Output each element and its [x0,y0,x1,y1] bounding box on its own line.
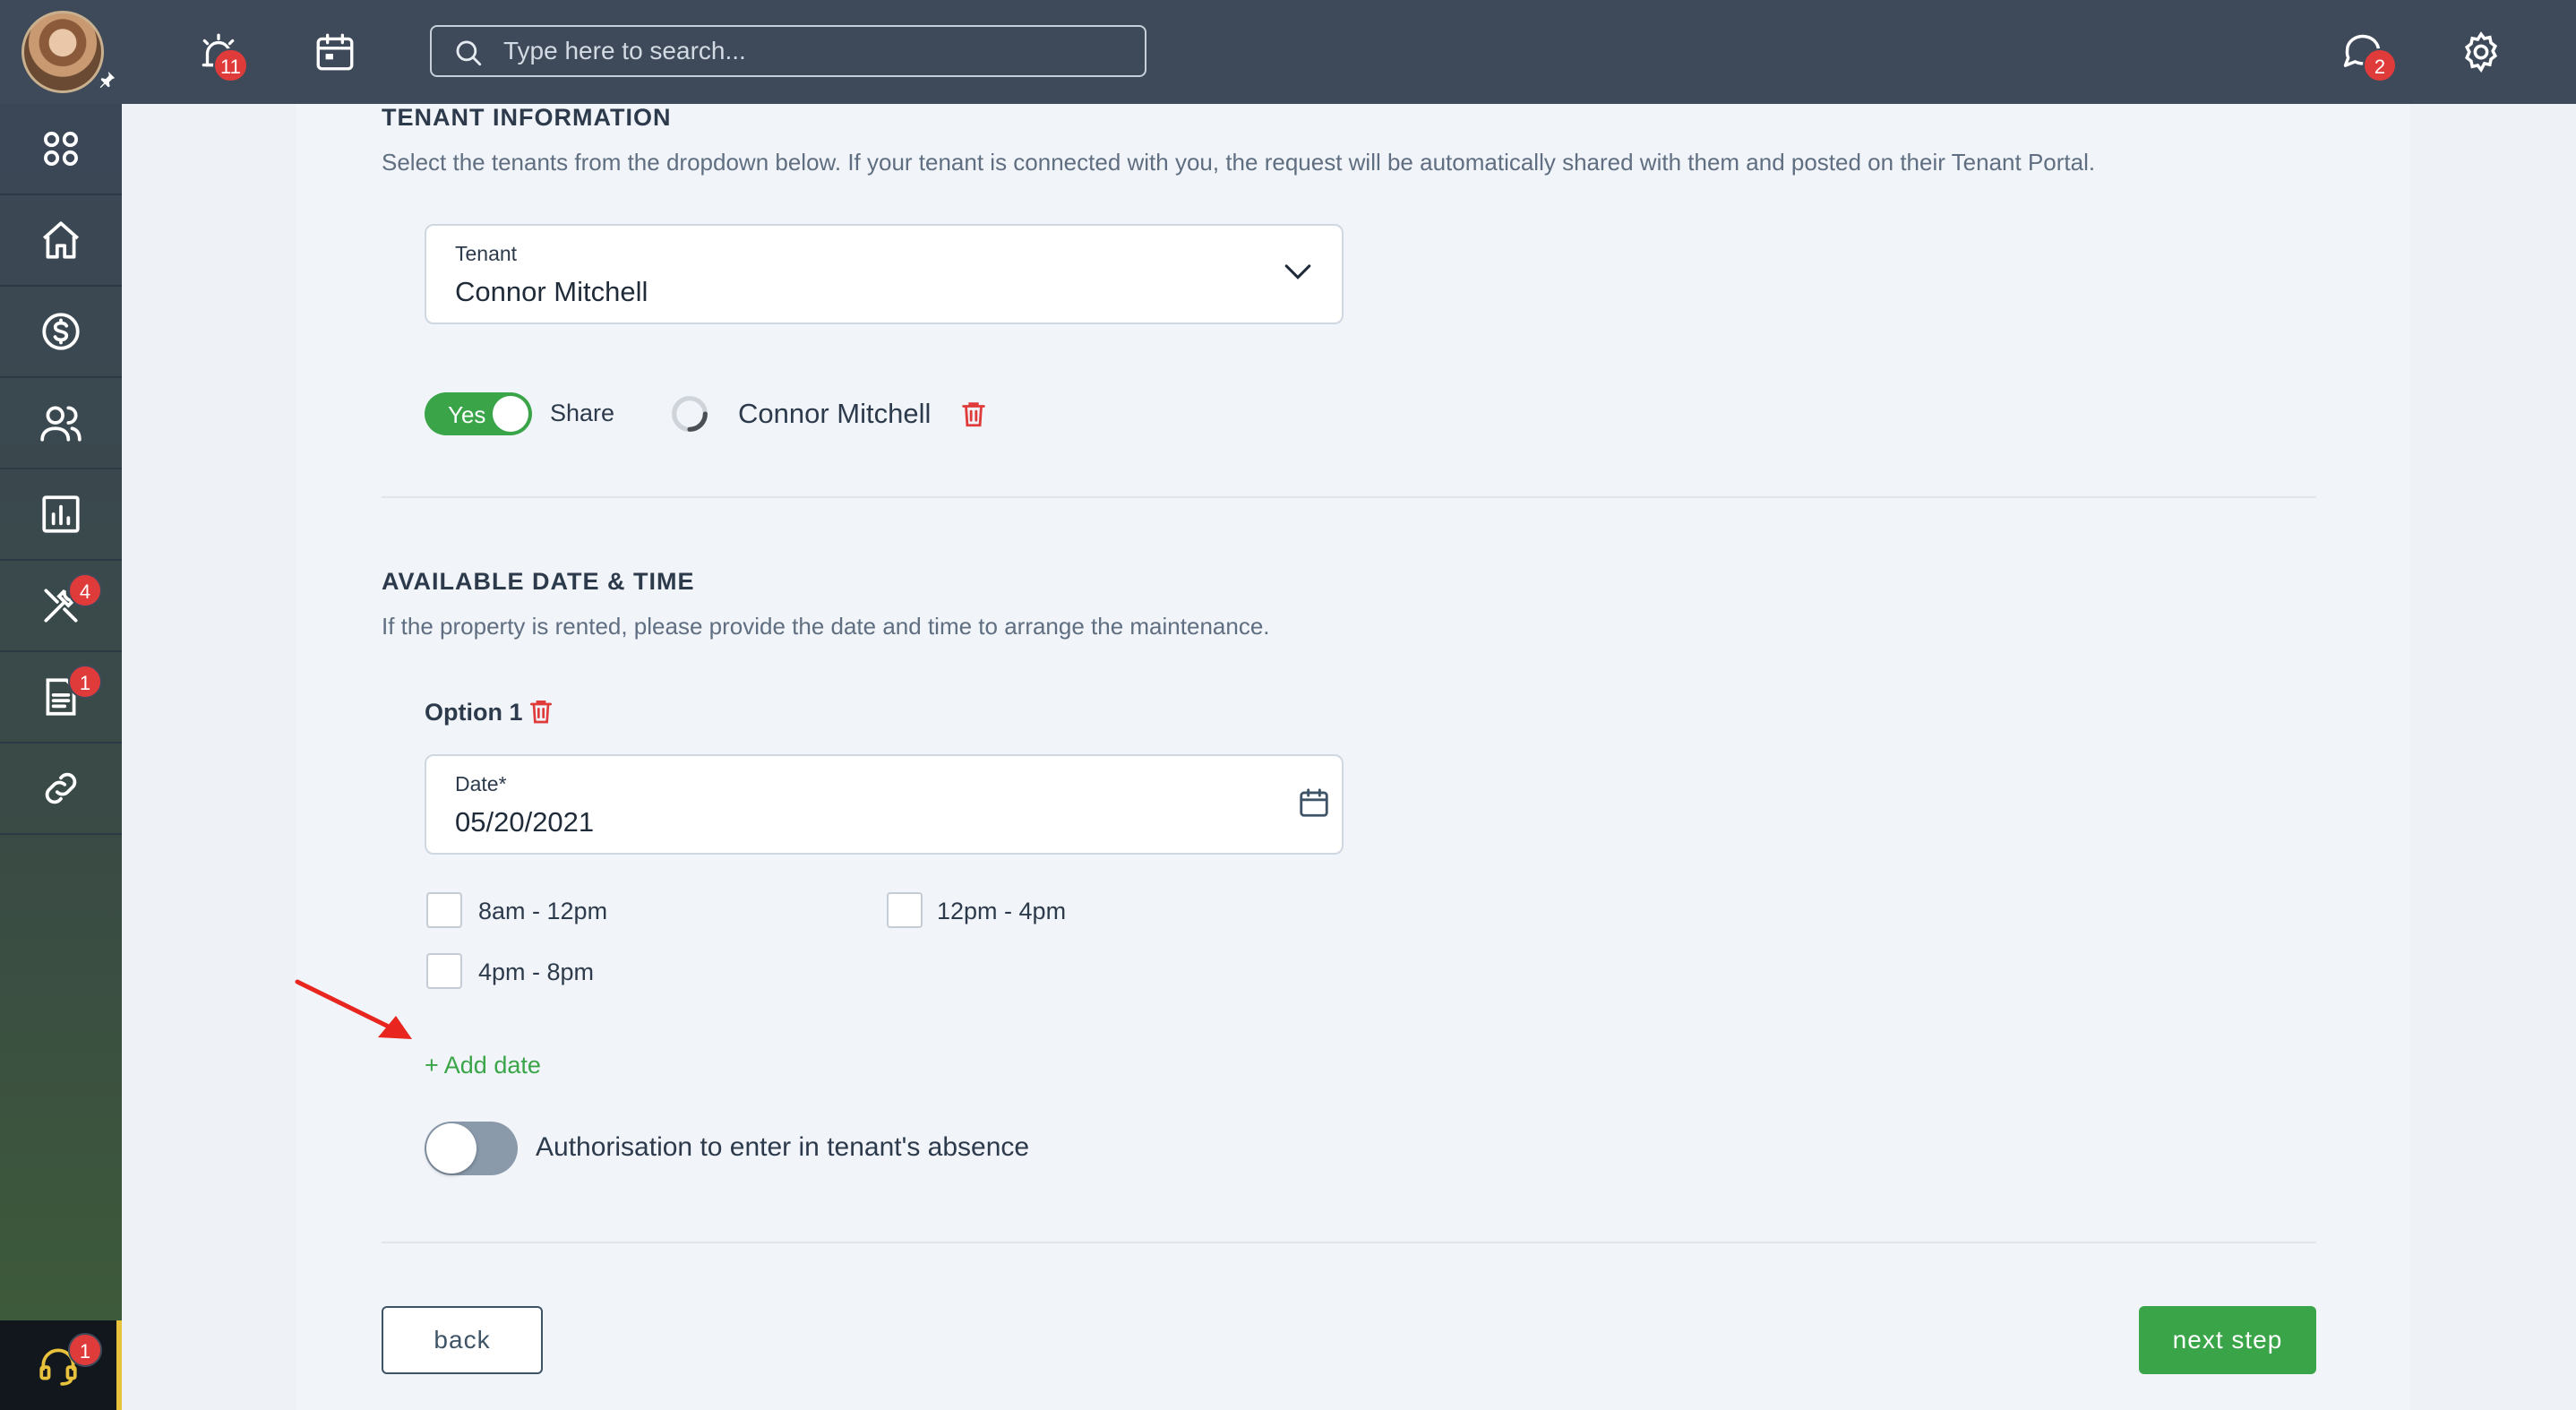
sidebar-item-contacts[interactable] [0,378,122,469]
top-bar: 11 2 [0,0,2576,104]
share-label: Share [550,400,615,426]
calendar-icon[interactable] [1297,785,1331,821]
support-button[interactable]: 1 [0,1320,122,1410]
slot-label: 8am - 12pm [478,898,608,924]
back-button[interactable]: back [382,1306,543,1374]
calendar-icon[interactable] [306,23,364,81]
messages-badge: 2 [2363,48,2397,82]
option-label: Option 1 [425,699,523,726]
gear-icon[interactable] [2452,23,2510,81]
search-icon [456,40,482,66]
documents-badge: 1 [68,665,102,699]
loading-spinner-icon [672,396,708,432]
support-badge: 1 [68,1333,102,1367]
add-date-link[interactable]: + Add date [425,1052,541,1079]
annotation-arrow-icon [295,979,412,1039]
chat-icon[interactable]: 2 [2334,23,2397,82]
users-icon [40,406,82,442]
alerts-badge: 11 [213,48,248,82]
avatar[interactable] [21,11,104,93]
sidebar-item-reports[interactable] [0,469,122,561]
trash-icon[interactable] [958,398,989,430]
dollar-icon [42,313,80,350]
tenant-field-label: Tenant [455,242,518,265]
sidebar-item-properties[interactable] [0,195,122,287]
slot-checkbox-8am-12pm[interactable] [426,892,462,928]
share-toggle-state: Yes [448,401,486,428]
alarm-icon[interactable]: 11 [190,23,248,82]
authorisation-toggle[interactable] [425,1122,518,1175]
slot-checkbox-4pm-8pm[interactable] [426,953,462,989]
pin-icon[interactable] [97,70,116,90]
sidebar-item-links[interactable] [0,744,122,835]
date-field[interactable]: Date* 05/20/2021 [425,754,1344,855]
chevron-down-icon [1284,264,1311,279]
sidebar-item-maintenance[interactable]: 4 [0,561,122,652]
sidebar-item-accounting[interactable] [0,287,122,378]
date-field-value: 05/20/2021 [455,806,595,838]
sidebar: 4 1 [0,104,122,1320]
date-section-title: AVAILABLE DATE & TIME [382,568,695,595]
slot-label: 12pm - 4pm [937,898,1067,924]
avatar-area [0,0,122,104]
sidebar-item-documents[interactable]: 1 [0,652,122,744]
maintenance-badge: 4 [68,573,102,607]
tenant-field-value: Connor Mitchell [455,276,648,307]
toggle-knob [426,1123,477,1174]
apps-grid-icon [44,132,78,166]
search-input[interactable] [503,27,1130,75]
tenant-section-description: Select the tenants from the dropdown bel… [382,149,2096,176]
authorisation-label: Authorisation to enter in tenant's absen… [536,1132,1030,1162]
bar-chart-icon [42,495,80,533]
date-section-description: If the property is rented, please provid… [382,613,1270,640]
section-divider [382,496,2316,498]
home-icon [43,221,79,259]
search-box[interactable] [430,25,1146,77]
slot-label: 4pm - 8pm [478,959,595,985]
tenant-section-title: TENANT INFORMATION [382,104,672,131]
sidebar-item-dashboard[interactable] [0,104,122,195]
next-step-button[interactable]: next step [2139,1306,2316,1374]
trash-icon[interactable] [527,695,555,727]
section-divider [382,1242,2316,1243]
tenant-dropdown[interactable]: Tenant Connor Mitchell [425,224,1344,324]
toggle-knob [493,396,528,432]
shared-tenant-name: Connor Mitchell [738,398,932,429]
slot-checkbox-12pm-4pm[interactable] [887,892,923,928]
share-toggle[interactable]: Yes [425,392,532,435]
date-field-label: Date* [455,772,507,795]
link-icon [45,772,77,804]
